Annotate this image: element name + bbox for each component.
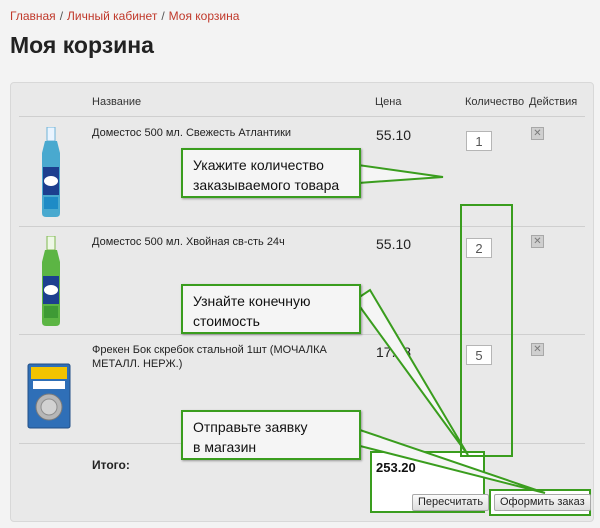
- callout-total: Узнайте конечную стоимость: [181, 284, 361, 334]
- callout-quantity: Укажите количество заказываемого товара: [181, 148, 361, 198]
- callout-total-line1: Узнайте конечную: [193, 293, 311, 309]
- callout-quantity-line2: заказываемого товара: [193, 177, 340, 193]
- callout-order: Отправьте заявку в магазин: [181, 410, 361, 460]
- callout-total-line2: стоимость: [193, 313, 260, 329]
- callout-quantity-line1: Укажите количество: [193, 157, 324, 173]
- callout-order-line2: в магазин: [193, 439, 257, 455]
- callout-order-line1: Отправьте заявку: [193, 419, 308, 435]
